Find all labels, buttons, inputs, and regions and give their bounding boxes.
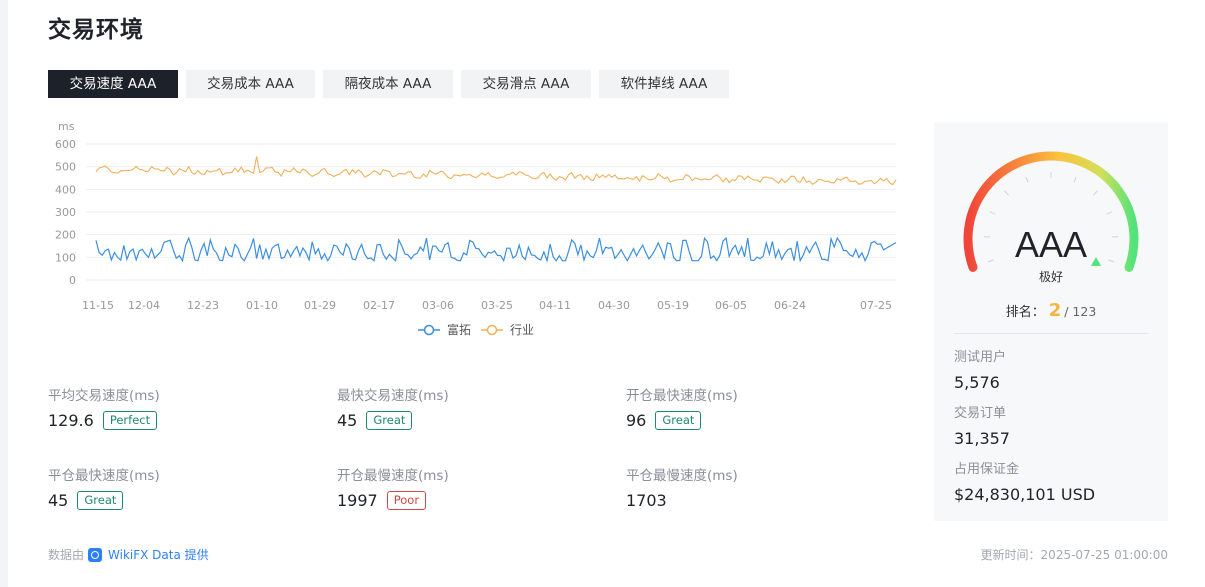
stat-open-slowest: 开仓最慢速度(ms) 1997 Poor bbox=[337, 464, 449, 510]
panel-value: $24,830,101 USD bbox=[954, 485, 1096, 504]
panel-value: 31,357 bbox=[954, 429, 1010, 448]
legend-label-broker: 富拓 bbox=[447, 322, 471, 337]
tab-overnight-cost[interactable]: 隔夜成本 AAA bbox=[323, 70, 453, 98]
x-tick-label: 12-04 bbox=[128, 299, 160, 312]
rating-badge: Poor bbox=[386, 491, 427, 510]
x-tick-label: 02-17 bbox=[363, 299, 395, 312]
stat-value: 45 bbox=[48, 491, 69, 510]
panel-margin: 占用保证金 $24,830,101 USD bbox=[954, 458, 1095, 504]
stat-label: 开仓最慢速度(ms) bbox=[337, 468, 449, 484]
x-tick-label: 04-11 bbox=[539, 299, 571, 312]
update-time: 更新时间：2025-07-25 01:00:00 bbox=[980, 548, 1168, 562]
panel-label: 测试用户 bbox=[954, 350, 1007, 365]
stat-close-fastest: 平仓最快速度(ms) 45 Great bbox=[48, 464, 160, 510]
panel-orders: 交易订单 31,357 bbox=[954, 402, 1010, 448]
legend-marker-industry bbox=[486, 324, 498, 336]
x-tick-label: 06-05 bbox=[715, 299, 747, 312]
wikifx-logo-icon bbox=[88, 547, 103, 562]
y-tick-label: 600 bbox=[55, 138, 76, 151]
tab-disconnect[interactable]: 软件掉线 AAA bbox=[599, 70, 729, 98]
gauge-tick bbox=[989, 211, 996, 215]
y-tick-label: 0 bbox=[69, 274, 76, 287]
rating-gauge: AAA 极好 bbox=[963, 151, 1139, 284]
rank-line: 排名： 2/ 123 bbox=[934, 300, 1168, 321]
rank-value: 2 bbox=[1048, 300, 1062, 321]
stat-value: 1997 bbox=[337, 491, 378, 510]
y-tick-label: 500 bbox=[55, 161, 76, 174]
stat-open-fastest: 开仓最快速度(ms) 96 Great bbox=[626, 384, 738, 430]
stat-value: 96 bbox=[626, 411, 647, 430]
x-tick-label: 06-24 bbox=[774, 299, 806, 312]
stat-value: 45 bbox=[337, 411, 358, 430]
stat-label: 平均交易速度(ms) bbox=[48, 388, 160, 404]
stat-label: 开仓最快速度(ms) bbox=[626, 388, 738, 404]
y-tick-label: 300 bbox=[55, 206, 76, 219]
tab-trade-cost[interactable]: 交易成本 AAA bbox=[186, 70, 315, 98]
source-prefix: 数据由 bbox=[48, 548, 85, 562]
gauge-tick bbox=[1108, 259, 1115, 263]
grade-text: AAA bbox=[1015, 224, 1087, 265]
data-source: 数据由 WikiFX Data 提供 bbox=[48, 546, 209, 563]
tab-slippage[interactable]: 交易滑点 AAA bbox=[461, 70, 591, 98]
x-tick-label: 05-19 bbox=[657, 299, 689, 312]
legend-label-industry: 行业 bbox=[510, 323, 534, 337]
stat-label: 平仓最慢速度(ms) bbox=[626, 468, 738, 484]
panel-value: 5,576 bbox=[954, 373, 1000, 392]
gauge-tick bbox=[1025, 176, 1029, 183]
gauge-pointer-icon bbox=[1091, 257, 1101, 266]
page-title: 交易环境 bbox=[48, 17, 144, 43]
y-tick-label: 200 bbox=[55, 229, 76, 242]
x-tick-label: 03-25 bbox=[481, 299, 513, 312]
stat-value: 129.6 bbox=[48, 411, 94, 430]
rating-badge: Great bbox=[366, 411, 413, 430]
tab-bar: 交易速度 AAA 交易成本 AAA 隔夜成本 AAA 交易滑点 AAA 软件掉线… bbox=[48, 70, 737, 98]
x-tick-label: 07-25 bbox=[860, 299, 892, 312]
x-tick-label: 11-15 bbox=[82, 299, 114, 312]
panel-label: 占用保证金 bbox=[954, 462, 1020, 477]
speed-chart: ms 0 100 200 300 400 500 600 11-15 12-04 12-23 01-1… bbox=[48, 112, 908, 348]
panel-divider bbox=[954, 333, 1148, 334]
x-tick-label: 04-30 bbox=[598, 299, 630, 312]
rank-label: 排名： bbox=[1005, 305, 1045, 320]
x-tick-label: 03-06 bbox=[422, 299, 454, 312]
rating-panel: AAA 极好 排名： 2/ 123 测试用户 5,576 交易订单 31,357 … bbox=[934, 122, 1168, 521]
rating-badge: Great bbox=[655, 411, 702, 430]
speed-line-chart: ms 0 100 200 300 400 500 600 11-15 12-04 12-23 01-1… bbox=[55, 120, 897, 337]
rank-total: / 123 bbox=[1064, 304, 1097, 319]
rating-badge: Great bbox=[77, 491, 124, 510]
source-link[interactable]: WikiFX Data 提供 bbox=[108, 546, 209, 563]
left-edge-bar bbox=[0, 0, 8, 587]
gauge-tick bbox=[1106, 211, 1113, 215]
y-tick-label: 400 bbox=[55, 183, 76, 196]
stat-label: 最快交易速度(ms) bbox=[337, 388, 449, 404]
y-tick-label: 100 bbox=[55, 251, 76, 264]
x-tick-label: 12-23 bbox=[187, 299, 219, 312]
panel-test-users: 测试用户 5,576 bbox=[954, 346, 1006, 392]
stat-close-slowest: 平仓最慢速度(ms) 1703 bbox=[626, 464, 738, 510]
rating-badge: Perfect bbox=[102, 411, 158, 430]
grade-desc: 极好 bbox=[1039, 270, 1063, 284]
tab-trade-speed[interactable]: 交易速度 AAA bbox=[48, 70, 178, 98]
series-line-industry bbox=[95, 156, 897, 186]
x-tick-label: 01-10 bbox=[246, 299, 278, 312]
gauge-tick bbox=[1004, 190, 1009, 196]
stat-fastest-speed: 最快交易速度(ms) 45 Great bbox=[337, 384, 449, 430]
x-tick-label: 01-29 bbox=[304, 299, 336, 312]
stat-value: 1703 bbox=[626, 491, 667, 510]
gauge-tick bbox=[1093, 190, 1098, 196]
gauge-tick bbox=[1073, 176, 1077, 183]
y-axis-label: ms bbox=[58, 120, 75, 133]
gauge-tick bbox=[987, 259, 994, 263]
legend-marker-broker bbox=[423, 324, 435, 336]
stat-avg-speed: 平均交易速度(ms) 129.6 Perfect bbox=[48, 384, 160, 430]
panel-label: 交易订单 bbox=[954, 406, 1007, 421]
stat-label: 平仓最快速度(ms) bbox=[48, 468, 160, 484]
